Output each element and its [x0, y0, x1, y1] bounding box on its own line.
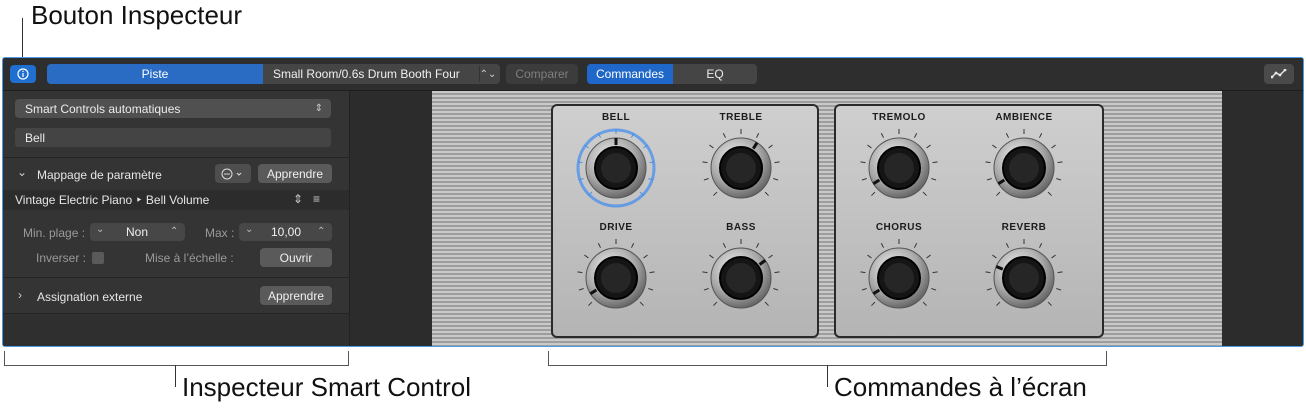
smart-control-inspector: Smart Controls automatiques ⇕ Bell ⌄ Map… — [3, 91, 350, 346]
knob-label-ambience: AMBIENCE — [995, 112, 1053, 123]
knob-label-bass: BASS — [726, 222, 756, 233]
chevron-right-icon[interactable]: › — [18, 288, 22, 302]
mapping-target-row[interactable]: Vintage Electric Piano ‣ Bell Volume ⇕ ≡ — [3, 190, 349, 210]
chevron-down-icon[interactable]: ⌄ — [17, 165, 27, 179]
scaling-label: Mise à l’échelle : — [145, 251, 234, 265]
knob-bass[interactable] — [699, 236, 783, 320]
tab-controls[interactable]: Commandes — [587, 64, 673, 84]
chevron-down-icon[interactable]: ⌄ — [96, 224, 104, 235]
divider — [3, 157, 349, 158]
smart-controls-mode-select[interactable]: Smart Controls automatiques ⇕ — [15, 99, 331, 118]
preset-select[interactable]: Small Room/0.6s Drum Booth Four ⌃⌄ — [263, 64, 500, 84]
invert-label: Inverser : — [36, 251, 87, 265]
controls-panel-left: BELL TREBLE DRIVE BASS — [551, 104, 819, 338]
controls-panel-right: TREMOLO AMBIENCE CHORUS REVERB — [834, 104, 1104, 338]
ellipsis-circle-icon — [221, 168, 242, 179]
toolbar: Piste Small Room/0.6s Drum Booth Four ⌃⌄… — [3, 58, 1303, 91]
knob-label-reverb: REVERB — [1001, 222, 1047, 233]
max-value: 10,00 — [271, 225, 302, 239]
min-range-value: Non — [126, 225, 149, 239]
inspector-button[interactable] — [10, 65, 36, 83]
tab-track[interactable]: Piste — [47, 64, 263, 84]
callout-line-inspector — [22, 18, 23, 58]
knob-chorus[interactable] — [857, 236, 941, 320]
smart-controls-window: Piste Small Room/0.6s Drum Booth Four ⌃⌄… — [2, 57, 1304, 347]
knob-bell[interactable] — [574, 126, 658, 210]
param-mapping-label: Mappage de paramètre — [37, 168, 162, 182]
chevron-up-icon[interactable]: ⌃ — [170, 226, 178, 237]
more-options-button[interactable] — [215, 164, 251, 183]
callout-line-controls — [827, 365, 828, 387]
knob-tremolo[interactable] — [857, 126, 941, 210]
knob-reverb[interactable] — [982, 236, 1066, 320]
open-button[interactable]: Ouvrir — [260, 248, 332, 267]
max-label: Max : — [205, 226, 235, 240]
updown-chevron-icon: ⌃⌄ — [479, 66, 496, 82]
learn-button[interactable]: Apprendre — [258, 164, 332, 183]
callout-line-smart-control — [175, 365, 176, 387]
smart-controls-mode-value: Smart Controls automatiques — [25, 101, 181, 116]
compare-button[interactable]: Comparer — [506, 64, 578, 84]
knob-treble[interactable] — [699, 126, 783, 210]
divider — [3, 277, 349, 278]
graph-icon — [1271, 69, 1287, 79]
preset-name: Small Room/0.6s Drum Booth Four — [273, 67, 460, 81]
external-learn-button[interactable]: Apprendre — [260, 286, 332, 305]
min-range-label: Min. plage : — [23, 226, 86, 240]
chevron-up-icon[interactable]: ⌃ — [317, 226, 325, 237]
control-name-field[interactable]: Bell — [15, 128, 331, 147]
mapping-target: Vintage Electric Piano ‣ Bell Volume — [15, 193, 210, 207]
knob-label-treble: TREBLE — [719, 112, 763, 123]
knob-drive[interactable] — [574, 236, 658, 320]
control-plate: BELL TREBLE DRIVE BASS TREMOLO AMBIENCE CHORU… — [432, 91, 1222, 346]
max-stepper[interactable]: ⌄ 10,00 ⌃ — [239, 223, 332, 241]
knob-label-bell: BELL — [601, 112, 631, 123]
knob-label-chorus: CHORUS — [875, 222, 923, 233]
tab-eq[interactable]: EQ — [673, 64, 757, 84]
sliders-icon[interactable]: ≡ — [313, 192, 320, 206]
bracket-inspector — [4, 351, 349, 366]
callout-smart-control-inspector: Inspecteur Smart Control — [182, 372, 472, 402]
updown-chevron-icon: ⇕ — [314, 103, 323, 114]
bracket-controls — [548, 351, 1107, 366]
onscreen-controls-area: BELL TREBLE DRIVE BASS TREMOLO AMBIENCE CHORU… — [350, 91, 1303, 346]
invert-checkbox[interactable] — [92, 252, 104, 264]
knob-label-tremolo: TREMOLO — [872, 112, 926, 123]
info-icon — [17, 68, 29, 80]
sidebar-footer — [3, 314, 349, 346]
external-assign-label: Assignation externe — [37, 290, 143, 304]
graph-toggle-button[interactable] — [1264, 64, 1294, 84]
knob-ambience[interactable] — [982, 126, 1066, 210]
callout-onscreen-controls: Commandes à l’écran — [834, 372, 1087, 402]
min-range-stepper[interactable]: ⌄ Non ⌃ — [90, 223, 185, 241]
knob-label-drive: DRIVE — [599, 222, 633, 233]
updown-chevron-icon: ⇕ — [293, 192, 304, 206]
chevron-down-icon[interactable]: ⌄ — [245, 224, 253, 235]
callout-inspector-button: Bouton Inspecteur — [31, 0, 243, 30]
